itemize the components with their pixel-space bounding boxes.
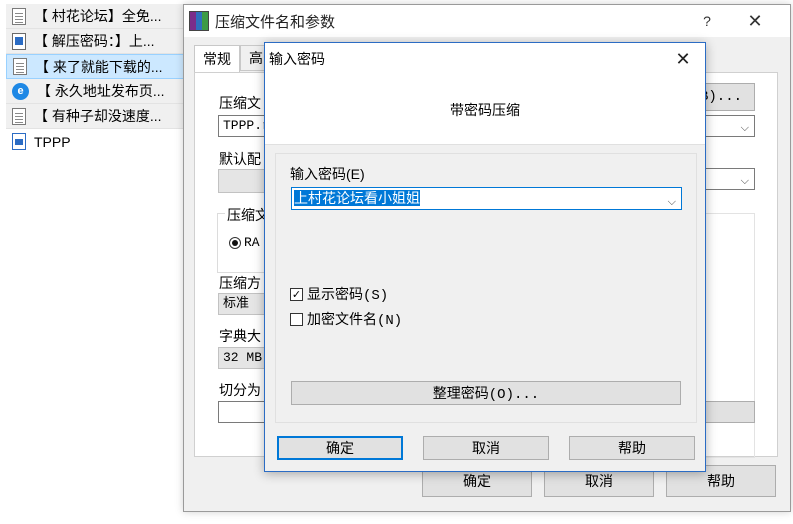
encrypt-filenames-checkbox[interactable]: 加密文件名(N) <box>290 309 402 329</box>
help-question-icon[interactable]: ? <box>684 5 730 37</box>
encrypt-filenames-label: 加密文件名(N) <box>307 313 403 329</box>
show-password-checkbox[interactable]: ✓ 显示密码(S) <box>290 284 388 304</box>
profile-label: 默认配 <box>219 151 261 167</box>
organize-passwords-button[interactable]: 整理密码(O)... <box>291 381 681 405</box>
archive-name-label: 压缩文 <box>219 95 261 111</box>
document-icon <box>12 133 26 150</box>
close-icon[interactable]: ✕ <box>732 5 778 37</box>
file-item[interactable]: e 【 永久地址发布页... <box>6 79 184 104</box>
image-file-icon <box>12 32 26 50</box>
password-dialog-title: 输入密码 <box>269 51 325 67</box>
file-name: 【 来了就能下载的... <box>35 58 163 75</box>
password-cancel-button[interactable]: 取消 <box>423 436 549 460</box>
checkbox-unchecked-icon <box>290 312 303 326</box>
text-document-icon <box>12 107 26 125</box>
file-item[interactable]: 【 解压密码：】上... <box>6 29 184 54</box>
file-item[interactable]: TPPP <box>6 129 184 154</box>
password-help-button[interactable]: 帮助 <box>569 436 695 460</box>
text-document-icon <box>13 58 27 75</box>
rar-radio[interactable]: RA <box>229 234 260 250</box>
file-name: 【 有种子却没速度... <box>34 108 162 124</box>
password-ok-button[interactable]: 确定 <box>277 436 403 460</box>
tab-bar: 常规 高 <box>194 45 272 73</box>
file-item[interactable]: 【 有种子却没速度... <box>6 104 184 129</box>
winrar-icon <box>189 11 209 31</box>
password-dialog: 输入密码 ✕ 带密码压缩 输入密码(E) 上村花论坛看小姐姐 ⌵ ✓ 显示密码(… <box>264 42 706 472</box>
file-item-selected[interactable]: 【 来了就能下载的... <box>6 54 184 79</box>
file-name: 【 解压密码：】上... <box>34 33 155 49</box>
password-panel: 输入密码(E) 上村花论坛看小姐姐 ⌵ ✓ 显示密码(S) 加密文件名(N) 整… <box>275 153 697 423</box>
file-name: 【 村花论坛】全免... <box>34 8 162 24</box>
chevron-down-icon: ⌵ <box>740 174 749 187</box>
dictionary-label: 字典大 <box>219 328 261 344</box>
password-dialog-header: 带密码压缩 <box>265 75 705 145</box>
archive-dialog-titlebar: 压缩文件名和参数 ? ✕ <box>184 5 790 37</box>
close-icon[interactable]: ✕ <box>661 43 705 75</box>
password-input[interactable]: 上村花论坛看小姐姐 ⌵ <box>291 187 682 210</box>
file-list: 【 村花论坛】全免... 【 解压密码：】上... 【 来了就能下载的... e… <box>6 4 184 154</box>
archive-dialog-title: 压缩文件名和参数 <box>215 13 336 31</box>
file-name: 【 永久地址发布页... <box>37 83 165 99</box>
password-dialog-titlebar: 输入密码 ✕ <box>265 43 705 75</box>
chevron-down-icon[interactable]: ⌵ <box>668 191 676 212</box>
checkbox-checked-icon: ✓ <box>290 287 303 301</box>
tab-general[interactable]: 常规 <box>194 45 240 73</box>
method-label: 压缩方 <box>219 275 261 291</box>
radio-selected-icon <box>229 236 241 249</box>
internet-shortcut-icon: e <box>12 82 29 100</box>
show-password-label: 显示密码(S) <box>307 288 389 304</box>
file-item[interactable]: 【 村花论坛】全免... <box>6 4 184 29</box>
password-dialog-heading: 带密码压缩 <box>450 101 520 118</box>
file-name: TPPP <box>34 133 71 150</box>
password-value: 上村花论坛看小姐姐 <box>294 190 420 206</box>
text-document-icon <box>12 7 26 25</box>
enter-password-label: 输入密码(E) <box>290 166 365 182</box>
split-label: 切分为 <box>219 382 261 398</box>
chevron-down-icon: ⌵ <box>740 121 749 134</box>
